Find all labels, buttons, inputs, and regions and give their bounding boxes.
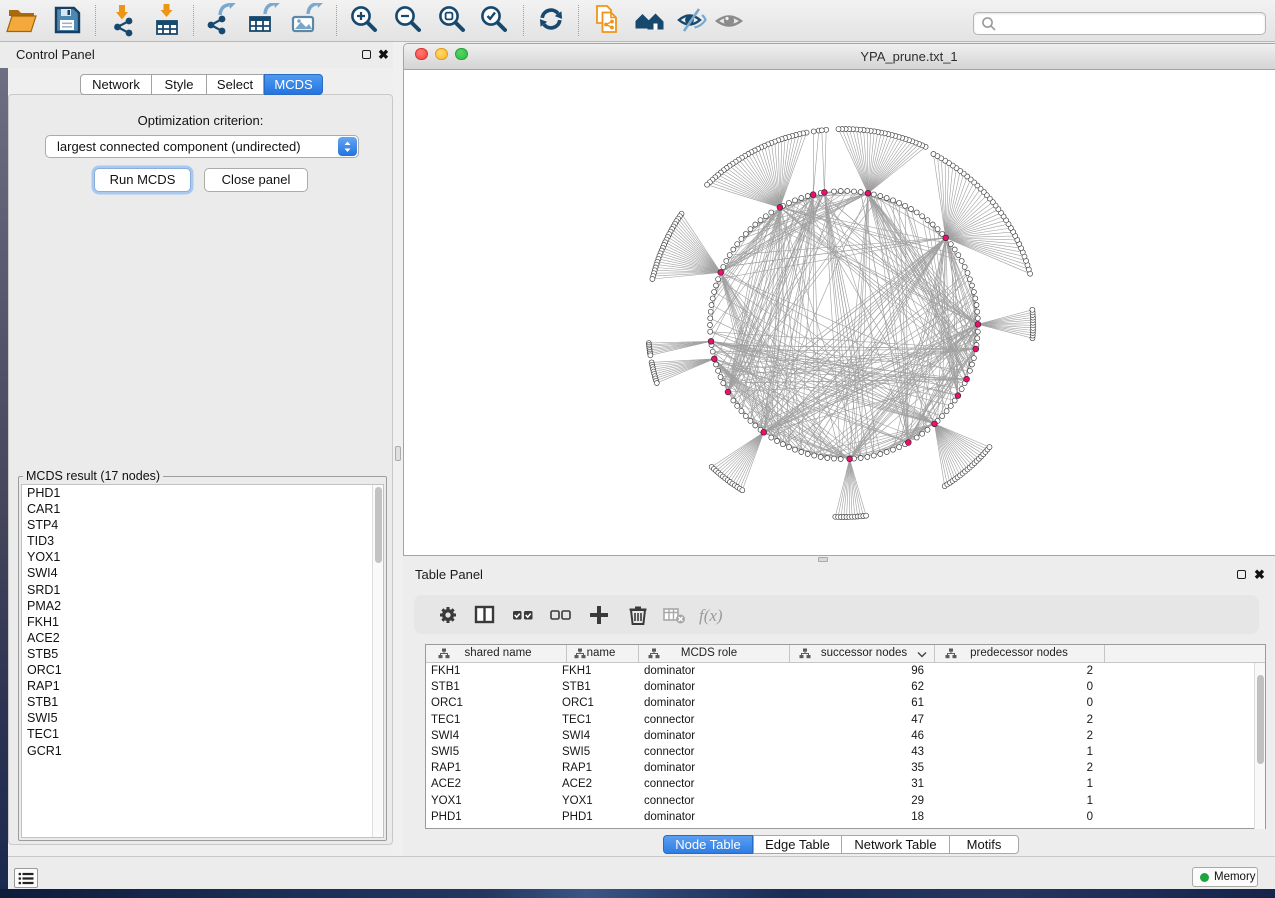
svg-text:f(x): f(x) — [699, 606, 723, 625]
